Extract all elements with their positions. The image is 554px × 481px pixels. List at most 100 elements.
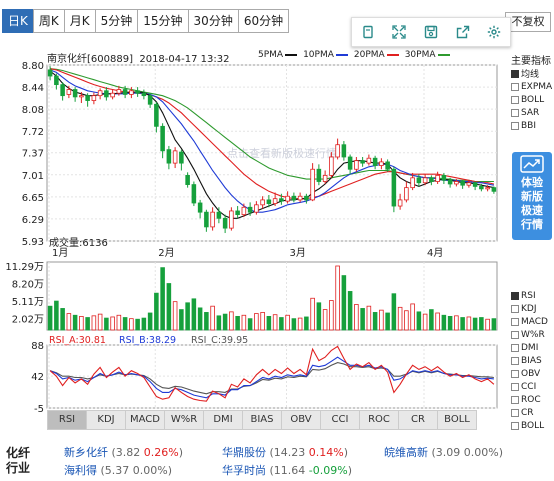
volume-bar — [341, 275, 347, 331]
checkbox[interactable] — [511, 82, 519, 91]
indicator-option[interactable]: KDJ — [511, 302, 554, 315]
indicator-option-label: BOLL — [521, 420, 545, 431]
candle-body — [297, 195, 303, 201]
stock-name-link[interactable]: 华孚时尚 — [222, 464, 266, 477]
stock-name-link[interactable]: 新乡化纤 — [64, 446, 108, 459]
indicator-option[interactable]: 均线 — [511, 67, 554, 80]
indicator-option[interactable]: BBI — [511, 119, 554, 132]
indicator-option[interactable]: ROC — [511, 393, 554, 406]
volume-tick-label: 8.20万 — [12, 280, 44, 291]
candle-body — [322, 174, 328, 182]
volume-bar — [316, 302, 322, 331]
volume-bar — [147, 312, 153, 331]
stock-quote: (3.09 0.00%) — [428, 446, 504, 459]
volume-bar — [254, 313, 259, 331]
candle-body — [116, 89, 122, 94]
checkbox[interactable] — [511, 69, 519, 78]
candle-body — [47, 69, 53, 77]
volume-bar — [460, 317, 465, 331]
candle-body — [154, 103, 159, 127]
indicator-option[interactable]: W%R — [511, 328, 554, 341]
candle-body — [279, 198, 284, 202]
indicator-option[interactable]: BOLL — [511, 93, 554, 106]
volume-bar — [135, 318, 140, 331]
indicator-option[interactable]: CR — [511, 406, 554, 419]
indicator-option[interactable]: RSI — [511, 289, 554, 302]
related-stock[interactable]: 皖维高新 (3.09 0.00%) — [384, 444, 503, 460]
indicator-tab-cr[interactable]: CR — [398, 410, 438, 430]
indicator-option[interactable]: SAR — [511, 106, 554, 119]
checkbox[interactable] — [511, 108, 519, 117]
candle-body — [110, 92, 115, 98]
stock-name-link[interactable]: 华鼎股份 — [222, 446, 266, 459]
volume-bar — [466, 316, 472, 331]
volume-bar — [491, 318, 497, 331]
candle-body — [397, 199, 403, 207]
new-version-promo[interactable]: 体验新版极速行情 — [512, 152, 552, 240]
checkbox[interactable] — [511, 395, 519, 404]
indicator-tab-bias[interactable]: BIAS — [242, 410, 282, 430]
checkbox[interactable] — [511, 304, 519, 313]
volume-tick-label: 2.02万 — [12, 315, 44, 326]
volume-bar — [197, 307, 203, 331]
candle-body — [85, 95, 90, 101]
indicator-tab-rsi[interactable]: RSI — [47, 410, 87, 430]
related-stock[interactable]: 华孚时尚 (11.64 -0.09%) — [222, 462, 352, 478]
stock-name-link[interactable]: 海利得 — [64, 464, 97, 477]
volume-bar — [247, 318, 253, 331]
indicator-tab-obv[interactable]: OBV — [281, 410, 321, 430]
checkbox[interactable] — [511, 317, 519, 326]
checkbox[interactable] — [511, 343, 519, 352]
volume-bar — [379, 309, 384, 331]
kline-chart[interactable]: 8.808.448.087.727.377.016.656.295.931月 2月… — [0, 0, 554, 481]
volume-bar — [385, 312, 390, 331]
checkbox[interactable] — [511, 291, 519, 300]
volume-bar — [266, 315, 272, 331]
price-tick-label: 7.01 — [22, 171, 44, 182]
checkbox[interactable] — [511, 408, 519, 417]
checkbox[interactable] — [511, 382, 519, 391]
volume-bar — [479, 317, 484, 331]
indicator-tab-cci[interactable]: CCI — [320, 410, 360, 430]
candle-body — [466, 182, 472, 186]
candle-body — [291, 195, 297, 201]
indicator-tab-dmi[interactable]: DMI — [203, 410, 243, 430]
candle-body — [241, 206, 247, 216]
checkbox[interactable] — [511, 421, 519, 430]
indicator-option[interactable]: OBV — [511, 367, 554, 380]
indicator-option[interactable]: BIAS — [511, 354, 554, 367]
indicator-tab-roc[interactable]: ROC — [359, 410, 399, 430]
checkbox[interactable] — [511, 95, 519, 104]
indicator-option[interactable]: EXPMA — [511, 80, 554, 93]
candle-body — [335, 144, 340, 158]
price-tick-label: 8.80 — [22, 61, 44, 72]
indicator-tab-boll[interactable]: BOLL — [437, 410, 477, 430]
indicator-option-label: OBV — [521, 368, 541, 379]
candle-body — [147, 95, 153, 105]
checkbox[interactable] — [511, 356, 519, 365]
checkbox[interactable] — [511, 369, 519, 378]
indicator-tab-macd[interactable]: MACD — [125, 410, 165, 430]
candle-body — [204, 211, 209, 228]
indicator-option[interactable]: DMI — [511, 341, 554, 354]
indicator-option[interactable]: BOLL — [511, 419, 554, 432]
indicator-option[interactable]: MACD — [511, 315, 554, 328]
indicator-option[interactable]: CCI — [511, 380, 554, 393]
related-stock[interactable]: 华鼎股份 (14.23 0.14%) — [222, 444, 348, 460]
related-stock[interactable]: 新乡化纤 (3.82 0.26%) — [64, 444, 183, 460]
volume-bar — [304, 316, 309, 331]
month-label: 3月 — [290, 247, 306, 259]
indicator-option-label: ROC — [521, 394, 541, 405]
candle-body — [460, 181, 465, 186]
candle-body — [54, 75, 59, 86]
volume-bar — [60, 308, 65, 331]
stock-name-link[interactable]: 皖维高新 — [384, 446, 428, 459]
rsi-legend-b: RSI_B:38.29 — [119, 335, 176, 346]
candle-body — [354, 160, 359, 170]
checkbox[interactable] — [511, 121, 519, 130]
indicator-option-label: BBI — [521, 120, 537, 131]
related-stock[interactable]: 海利得 (5.37 0.00%) — [64, 462, 172, 478]
checkbox[interactable] — [511, 330, 519, 339]
indicator-tab-wr[interactable]: W%R — [164, 410, 204, 430]
indicator-tab-kdj[interactable]: KDJ — [86, 410, 126, 430]
